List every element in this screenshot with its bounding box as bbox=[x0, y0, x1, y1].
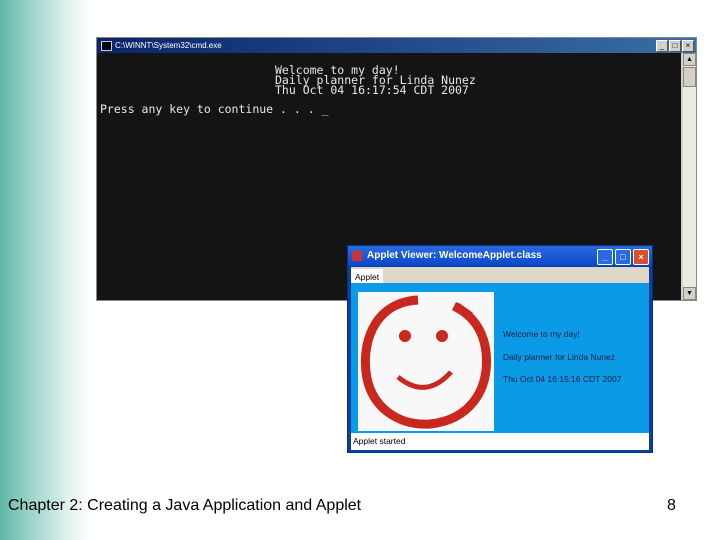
slide-edge-decoration bbox=[0, 0, 90, 540]
cmd-title-bar[interactable]: C:\WINNT\System32\cmd.exe _ □ × bbox=[97, 38, 696, 53]
minimize-button[interactable]: _ bbox=[656, 40, 668, 52]
page-number: 8 bbox=[667, 497, 676, 514]
applet-title-bar[interactable]: Applet Viewer: WelcomeApplet.class _ □ × bbox=[348, 246, 652, 266]
cmd-icon bbox=[101, 41, 112, 51]
menu-bar: Applet bbox=[351, 267, 649, 285]
java-icon bbox=[352, 251, 362, 261]
scroll-down-arrow[interactable]: ▼ bbox=[683, 287, 696, 300]
applet-message: Thu Oct 04 16:15:16 CDT 2007 bbox=[503, 374, 622, 384]
maximize-button[interactable]: □ bbox=[615, 249, 631, 265]
applet-content: Welcome to my day! Daily planner for Lin… bbox=[351, 283, 649, 433]
minimize-button[interactable]: _ bbox=[597, 249, 613, 265]
cmd-title: C:\WINNT\System32\cmd.exe bbox=[115, 41, 222, 50]
applet-title: Applet Viewer: WelcomeApplet.class bbox=[367, 250, 542, 261]
console-line: Thu Oct 04 16:17:54 CDT 2007 bbox=[275, 83, 469, 97]
slide-caption: Chapter 2: Creating a Java Application a… bbox=[8, 497, 362, 514]
scrollbar[interactable]: ▲ ▼ bbox=[683, 53, 696, 300]
maximize-button[interactable]: □ bbox=[669, 40, 681, 52]
close-button[interactable]: × bbox=[682, 40, 694, 52]
close-button[interactable]: × bbox=[633, 249, 649, 265]
console-line: Press any key to continue . . . _ bbox=[100, 102, 329, 116]
applet-viewer-window[interactable]: Applet Viewer: WelcomeApplet.class _ □ ×… bbox=[347, 245, 653, 453]
applet-message: Welcome to my day! bbox=[503, 329, 580, 339]
scroll-up-arrow[interactable]: ▲ bbox=[683, 53, 696, 66]
applet-message: Daily planner for Linda Nunez bbox=[503, 352, 615, 362]
status-bar: Applet started bbox=[351, 433, 649, 450]
scroll-thumb[interactable] bbox=[683, 67, 696, 87]
smiley-image bbox=[358, 292, 494, 431]
